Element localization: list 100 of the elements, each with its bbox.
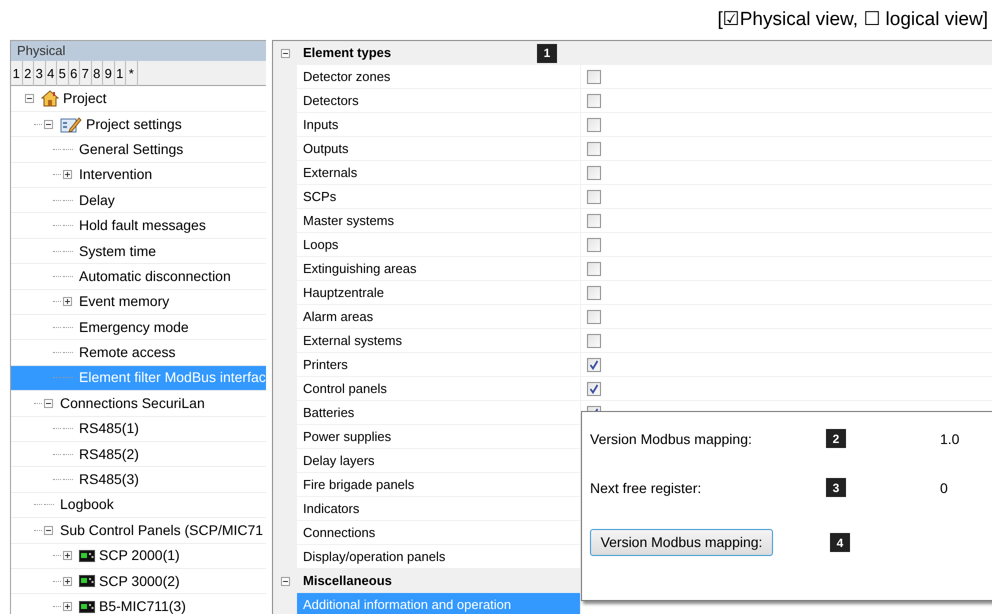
page-tab[interactable]: 9	[103, 60, 114, 86]
tree-item-label: Delay	[79, 190, 115, 210]
tree-item[interactable]: Project	[11, 86, 266, 112]
property-name[interactable]: Indicators	[297, 497, 581, 521]
property-name[interactable]: Display/operation panels	[297, 545, 581, 569]
checkbox[interactable]	[587, 310, 601, 324]
category-title: Element types	[302, 44, 392, 62]
collapse-toggle[interactable]	[44, 120, 53, 129]
checkbox[interactable]	[587, 238, 601, 252]
property-name[interactable]: Master systems	[297, 209, 581, 233]
checkbox[interactable]	[587, 118, 601, 132]
tree-item-label: SCP 2000(1)	[99, 546, 180, 566]
checkbox[interactable]	[587, 142, 601, 156]
property-name[interactable]: Detectors	[297, 89, 581, 113]
property-name[interactable]: Batteries	[297, 401, 581, 425]
tree-item[interactable]: Automatic disconnection	[11, 264, 266, 290]
property-name[interactable]: SCPs	[297, 185, 581, 209]
checkbox[interactable]	[587, 214, 601, 228]
property-name[interactable]: Externals	[297, 161, 581, 185]
property-name[interactable]: Printers	[297, 353, 581, 377]
tree-item[interactable]: System time	[11, 238, 266, 264]
checkbox[interactable]	[587, 334, 601, 348]
collapse-toggle[interactable]	[25, 94, 34, 104]
field-value: 1.0	[940, 430, 960, 449]
page-tab[interactable]: 4	[46, 60, 57, 86]
checkbox[interactable]	[587, 166, 601, 180]
collapse-toggle[interactable]	[280, 48, 290, 58]
field-label: Next free register:	[590, 479, 702, 498]
property-name[interactable]: Inputs	[297, 113, 581, 137]
checkbox[interactable]	[587, 262, 601, 276]
control-panel-icon	[79, 550, 95, 562]
tree-item-label: RS485(3)	[79, 470, 139, 490]
collapse-toggle[interactable]	[44, 526, 53, 535]
checkbox[interactable]	[587, 94, 601, 108]
tree-item[interactable]: Logbook	[11, 492, 266, 518]
property-name[interactable]: Alarm areas	[297, 305, 581, 329]
page-tab[interactable]: 7	[80, 60, 92, 86]
tree-item[interactable]: RS485(1)	[11, 416, 266, 442]
checkmark-icon	[589, 384, 599, 394]
tree-item-label: Event memory	[79, 292, 170, 312]
expand-toggle[interactable]	[63, 297, 72, 306]
property-name[interactable]: Power supplies	[297, 425, 581, 449]
property-name[interactable]: Fire brigade panels	[297, 473, 581, 497]
tree-item-label: Remote access	[79, 343, 176, 362]
property-name[interactable]: External systems	[297, 329, 581, 353]
page-tab[interactable]: 6	[68, 60, 80, 86]
property-name[interactable]: Outputs	[297, 137, 581, 161]
tree-item-label: General Settings	[79, 140, 184, 159]
version-mapping-button[interactable]: Version Modbus mapping:	[590, 529, 773, 556]
tree-item[interactable]: RS485(3)	[11, 467, 266, 493]
tree-item-label: Project settings	[86, 114, 182, 134]
callout-number: 1	[537, 44, 557, 62]
checkbox[interactable]	[587, 358, 601, 372]
field-value: 0	[940, 479, 948, 498]
house-icon	[41, 90, 59, 108]
checkbox[interactable]	[587, 70, 601, 84]
tree-item[interactable]: B5-MIC711(3)	[11, 594, 266, 614]
tree-item[interactable]: General Settings	[11, 137, 266, 163]
checkbox[interactable]	[587, 382, 601, 396]
property-name[interactable]: Delay layers	[297, 449, 581, 473]
tree-item[interactable]: Emergency mode	[11, 315, 266, 340]
tree-item-label: Intervention	[79, 165, 152, 184]
property-name[interactable]: Loops	[297, 233, 581, 257]
checkbox[interactable]	[587, 190, 601, 204]
view-caption: [☑Physical view, ☐ logical view]	[717, 8, 988, 32]
page-tab[interactable]: 1	[11, 60, 22, 86]
collapse-toggle[interactable]	[280, 576, 290, 586]
tree-item-label: Connections SecuriLan	[60, 394, 205, 413]
expand-toggle[interactable]	[63, 551, 72, 560]
tree-item[interactable]: Hold fault messages	[11, 213, 266, 239]
tree-item[interactable]: SCP 3000(2)	[11, 568, 266, 594]
page-tab[interactable]: 2	[22, 60, 34, 86]
tree-item[interactable]: Project settings	[11, 112, 266, 138]
tree-item[interactable]: Delay	[11, 188, 266, 214]
property-name[interactable]: Connections	[297, 521, 581, 545]
collapse-toggle[interactable]	[44, 398, 53, 408]
tree-item[interactable]: Connections SecuriLan	[11, 391, 266, 417]
tree-item[interactable]: Event memory	[11, 290, 266, 316]
page-tab[interactable]: 5	[57, 60, 68, 86]
expand-toggle[interactable]	[63, 170, 72, 180]
tree-item-label: Logbook	[60, 495, 114, 514]
property-name[interactable]: Extinguishing areas	[297, 257, 581, 281]
tree-item[interactable]: Intervention	[11, 162, 266, 188]
page-tab[interactable]: 3	[34, 60, 46, 86]
tree-item[interactable]: RS485(2)	[11, 442, 266, 468]
page-tab[interactable]: *	[126, 60, 138, 86]
property-name[interactable]: Detector zones	[297, 65, 581, 89]
tree-item[interactable]: Sub Control Panels (SCP/MIC71	[11, 518, 266, 544]
page-tab[interactable]: 8	[92, 60, 103, 86]
page-tab[interactable]: 1	[114, 60, 126, 86]
tree-item[interactable]: SCP 2000(1)	[11, 544, 266, 569]
tree-item-label: Sub Control Panels (SCP/MIC71	[60, 520, 264, 540]
expand-toggle[interactable]	[63, 576, 72, 586]
callout-number: 4	[830, 533, 850, 552]
expand-toggle[interactable]	[63, 602, 72, 611]
property-name[interactable]: Control panels	[297, 377, 581, 401]
tree-item-label: System time	[79, 242, 156, 261]
form-pencil-icon	[60, 116, 82, 133]
checkbox[interactable]	[587, 286, 601, 300]
property-name[interactable]: Hauptzentrale	[297, 281, 581, 305]
